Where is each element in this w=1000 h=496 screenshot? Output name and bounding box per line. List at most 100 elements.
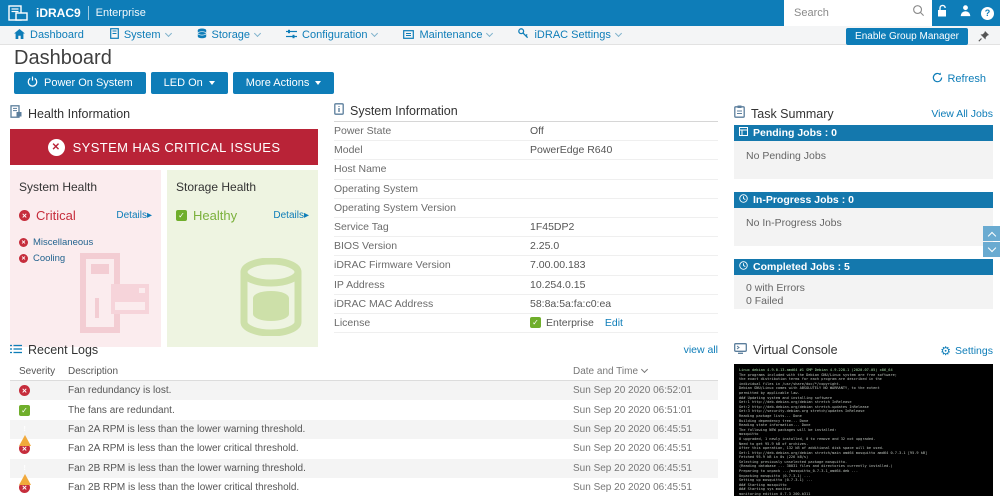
issue-link-miscellaneous[interactable]: ✕ Miscellaneous (19, 237, 152, 248)
nav-item-dashboard[interactable]: Dashboard (14, 29, 84, 42)
product-name: iDRAC9 (36, 6, 81, 20)
server-watermark-icon (71, 252, 151, 341)
critical-status-icon: ✕ (19, 210, 30, 221)
search-box (784, 0, 932, 26)
log-row[interactable]: ✓ The fans are redundant. Sun Sep 20 202… (10, 400, 718, 419)
in-progress-jobs-label: In-Progress Jobs : 0 (753, 194, 854, 206)
edition-label: Enterprise (96, 7, 146, 19)
pin-icon[interactable] (978, 29, 990, 47)
clock-icon (739, 261, 748, 273)
nav-label: iDRAC Settings (534, 29, 610, 41)
console-settings-link[interactable]: ⚙ Settings (940, 344, 993, 358)
license-edit-link[interactable]: Edit (605, 317, 623, 329)
server-icon (110, 28, 119, 42)
storage-health-details-link[interactable]: Details▸ (273, 210, 309, 221)
info-row: iDRAC Firmware Version7.00.00.183 (334, 256, 718, 275)
nav-label: Configuration (302, 29, 367, 41)
clock-icon (739, 194, 748, 206)
storage-health-card: Storage Health ✓ Healthy Details▸ (167, 170, 318, 347)
nav-item-system[interactable]: System (110, 28, 171, 42)
system-information-panel: System Information Power StateOff ModelP… (334, 106, 718, 333)
system-health-card: System Health ✕ Critical Details▸ ✕ Misc… (10, 170, 161, 347)
info-row: Operating System (334, 180, 718, 199)
info-row: Power StateOff (334, 122, 718, 141)
storage-icon (197, 28, 207, 42)
description-column-header: Description (68, 366, 573, 377)
datetime-column-header[interactable]: Date and Time (573, 366, 718, 377)
log-row[interactable]: ✕ Fan 2A RPM is less than the lower crit… (10, 439, 718, 458)
info-row: iDRAC MAC Address58:8a:5a:fa:c0:ea (334, 295, 718, 314)
search-input[interactable] (794, 7, 912, 19)
chevron-down-icon (209, 81, 215, 85)
system-health-details-link[interactable]: Details▸ (116, 210, 152, 221)
help-icon[interactable]: ? (981, 7, 994, 20)
nav-label: Dashboard (30, 29, 84, 41)
enable-group-manager-button[interactable]: Enable Group Manager (846, 28, 968, 45)
severity-column-header: Severity (10, 366, 68, 377)
refresh-label: Refresh (947, 73, 986, 85)
log-row[interactable]: Fan 2B RPM is less than the lower warnin… (10, 459, 718, 478)
app-logo-icon[interactable] (8, 5, 28, 21)
search-icon[interactable] (912, 4, 925, 22)
scroll-up-button[interactable] (983, 226, 1000, 241)
console-screen[interactable]: Linux debian 4.9.0-13-amd64 #1 SMP Debia… (734, 364, 993, 496)
log-table-header: Severity Description Date and Time (10, 363, 718, 381)
toolbar: Power On System LED On More Actions (14, 72, 334, 94)
nav-item-maintenance[interactable]: Maintenance (403, 29, 492, 42)
chevron-down-icon (615, 30, 622, 37)
system-health-status: Critical (36, 208, 76, 223)
refresh-link[interactable]: Refresh (932, 72, 986, 86)
issue-label: Miscellaneous (33, 237, 93, 248)
critical-issue-icon: ✕ (19, 254, 28, 263)
info-row: Operating System Version (334, 199, 718, 218)
key-icon (518, 28, 529, 42)
log-row[interactable]: ✕ Fan 2B RPM is less than the lower crit… (10, 478, 718, 496)
system-health-title: System Health (19, 180, 152, 194)
virtual-console-icon (734, 341, 747, 359)
info-row: BIOS Version2.25.0 (334, 237, 718, 256)
completed-jobs-section: Completed Jobs : 5 0 with Errors 0 Faile… (734, 259, 993, 309)
nav-label: Storage (212, 29, 251, 41)
in-progress-jobs-section: In-Progress Jobs : 0 No In-Progress Jobs (734, 192, 993, 246)
info-row: Service Tag1F45DP2 (334, 218, 718, 237)
warning-severity-icon (19, 463, 31, 485)
storage-health-status: Healthy (193, 208, 237, 223)
chevron-down-icon (164, 30, 171, 37)
power-on-system-button[interactable]: Power On System (14, 72, 146, 94)
license-check-icon: ✓ (530, 317, 541, 328)
task-summary-panel: Task Summary View All Jobs Pending Jobs … (734, 106, 993, 322)
banner-text: SYSTEM HAS CRITICAL ISSUES (73, 140, 281, 155)
info-row: Host Name (334, 160, 718, 179)
nav-label: System (124, 29, 161, 41)
panel-title: Task Summary (751, 107, 834, 121)
led-on-button[interactable]: LED On (151, 72, 228, 94)
panel-title: Health Information (28, 107, 130, 121)
pending-jobs-body: No Pending Jobs (734, 141, 993, 179)
chevron-down-icon (315, 81, 321, 85)
nav-label: Maintenance (419, 29, 482, 41)
health-panel-icon (10, 105, 22, 123)
storage-health-title: Storage Health (176, 180, 309, 194)
log-row[interactable]: ✕ Fan redundancy is lost. Sun Sep 20 202… (10, 381, 718, 400)
completed-failed: 0 Failed (746, 295, 981, 308)
user-icon[interactable] (959, 4, 972, 22)
pending-jobs-label: Pending Jobs : 0 (753, 127, 837, 139)
nav-item-configuration[interactable]: Configuration (286, 29, 377, 42)
log-row[interactable]: Fan 2A RPM is less than the lower warnin… (10, 420, 718, 439)
view-all-jobs-link[interactable]: View All Jobs (931, 108, 993, 120)
more-actions-button[interactable]: More Actions (233, 72, 335, 94)
critical-severity-icon: ✕ (19, 385, 30, 396)
nav-item-storage[interactable]: Storage (197, 28, 261, 42)
more-actions-label: More Actions (246, 77, 310, 89)
virtual-console-panel: Virtual Console ⚙ Settings Linux debian … (734, 342, 993, 496)
view-all-logs-link[interactable]: view all (684, 344, 718, 356)
sort-caret-icon (641, 366, 648, 373)
license-row: License ✓ Enterprise Edit (334, 314, 718, 333)
refresh-icon (932, 72, 943, 86)
log-table-body: ✕ Fan redundancy is lost. Sun Sep 20 202… (10, 381, 718, 496)
unlock-icon[interactable] (936, 4, 950, 23)
nav-item-idrac-settings[interactable]: iDRAC Settings (518, 28, 620, 42)
healthy-status-icon: ✓ (176, 210, 187, 221)
scroll-down-button[interactable] (983, 242, 1000, 257)
ok-severity-icon: ✓ (19, 405, 30, 416)
